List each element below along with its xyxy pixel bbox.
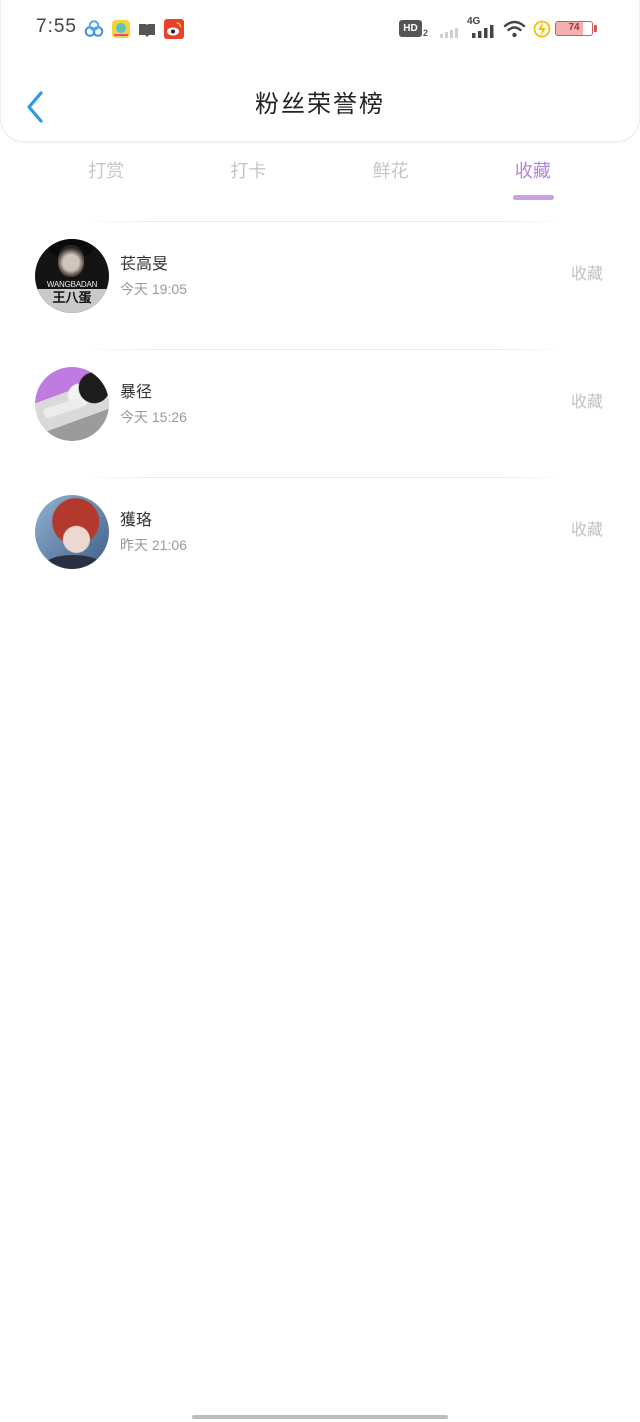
hd-sub-label: 2	[423, 28, 429, 38]
avatar[interactable]	[35, 495, 109, 569]
message-app-icon	[139, 23, 155, 37]
sim1-signal-icon	[440, 28, 458, 38]
colorful-app-icon	[112, 20, 130, 38]
avatar-caption-zh: 王八蛋	[52, 290, 92, 305]
tab-checkin[interactable]: 打卡	[177, 156, 319, 186]
avatar-face	[58, 245, 84, 277]
wifi-icon	[503, 20, 526, 38]
list-item[interactable]: 暴径 今天 15:26 收藏	[0, 350, 640, 477]
battery-icon: 74	[555, 21, 593, 36]
avatar-caption-en: WANGBADAN	[46, 280, 98, 289]
timestamp: 昨天 21:06	[120, 537, 187, 553]
avatar[interactable]	[35, 367, 109, 441]
hd-badge: HD	[399, 20, 422, 37]
avatar[interactable]: WANGBADAN 王八蛋	[35, 239, 109, 313]
avatar-figure	[42, 397, 84, 419]
list-item[interactable]: WANGBADAN 王八蛋 苌高旻 今天 19:05 收藏	[0, 222, 640, 349]
battery-cap	[594, 25, 597, 32]
active-tab-indicator	[513, 195, 554, 200]
user-name: 苌高旻	[120, 256, 169, 273]
avatar-figure	[45, 555, 101, 569]
user-name: 暴径	[120, 384, 153, 401]
battery-level: 74	[568, 22, 580, 33]
status-time: 7:55	[36, 16, 77, 37]
cell-signal-icon	[472, 25, 494, 38]
timestamp: 今天 15:26	[120, 409, 187, 425]
home-indicator[interactable]	[192, 1415, 448, 1419]
tab-reward[interactable]: 打赏	[35, 156, 177, 186]
list-item[interactable]: 獲珞 昨天 21:06 收藏	[0, 478, 640, 605]
action-label: 收藏	[571, 266, 604, 283]
timestamp: 今天 19:05	[120, 281, 187, 297]
tab-favorites[interactable]: 收藏	[462, 156, 604, 186]
cloud-app-icon	[84, 20, 104, 37]
page-title: 粉丝荣誉榜	[255, 91, 385, 118]
weibo-icon	[164, 19, 184, 39]
action-label: 收藏	[571, 522, 604, 539]
action-label: 收藏	[571, 394, 604, 411]
charging-icon	[533, 20, 551, 38]
user-name: 獲珞	[120, 512, 153, 529]
tab-flowers[interactable]: 鲜花	[320, 156, 462, 186]
tab-bar: 打赏 打卡 鲜花 收藏	[35, 156, 604, 186]
